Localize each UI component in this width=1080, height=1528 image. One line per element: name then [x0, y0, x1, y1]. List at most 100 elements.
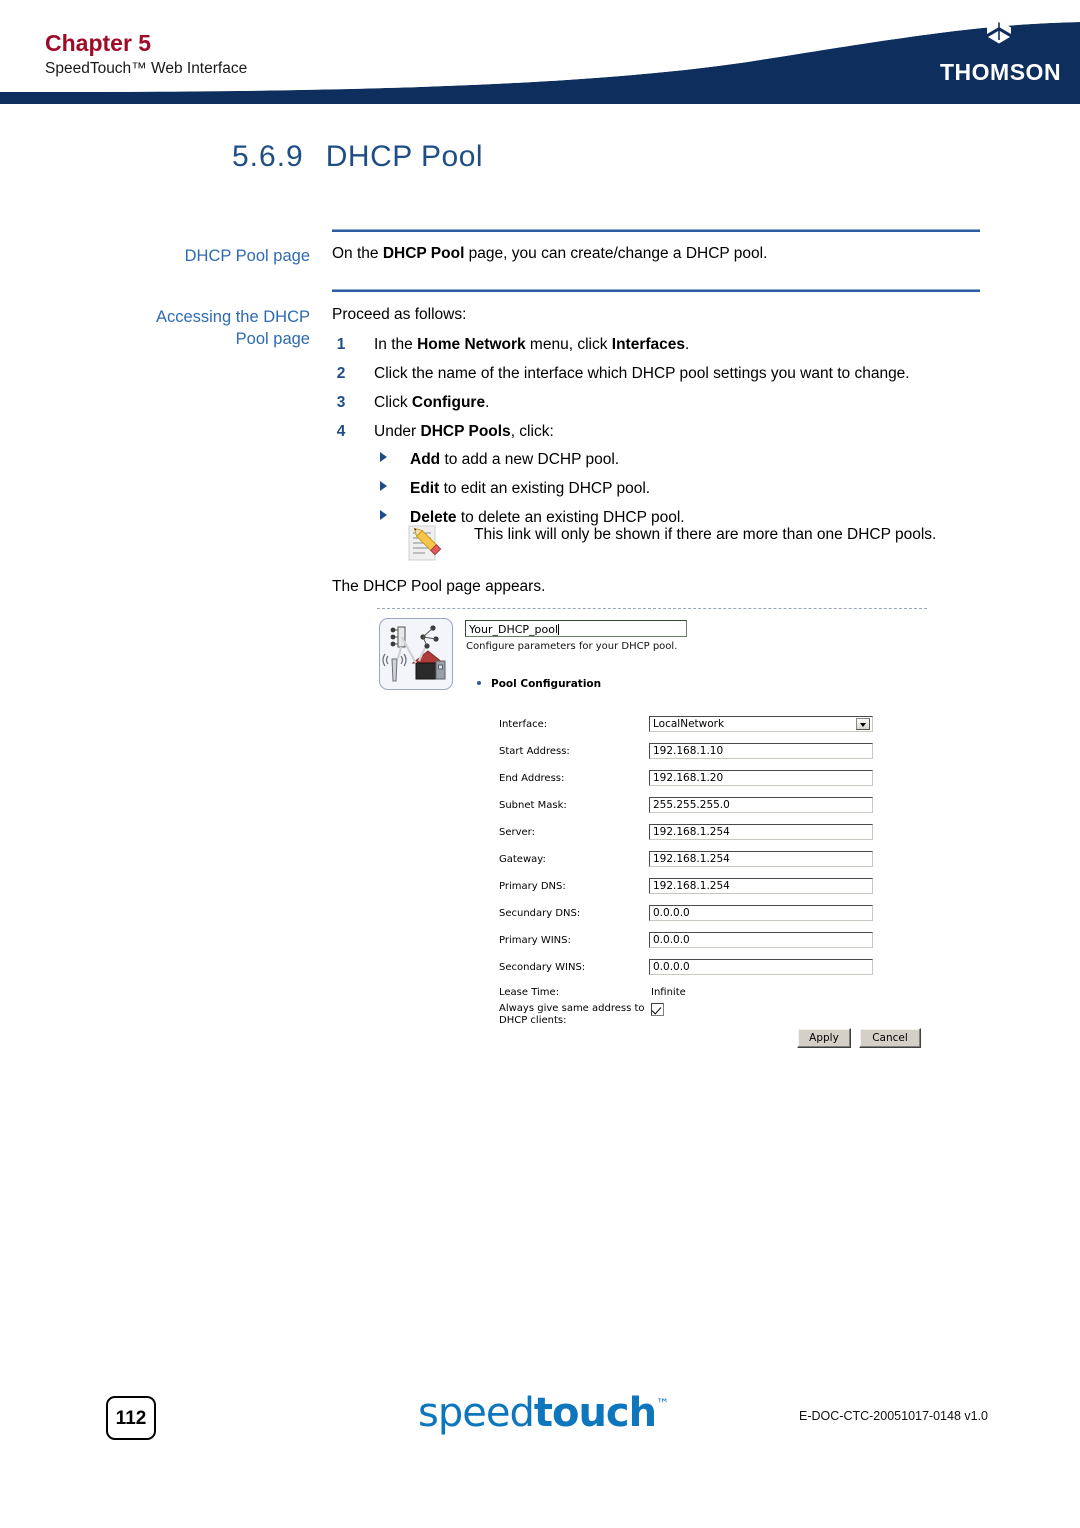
- server-input[interactable]: 192.168.1.254: [649, 824, 873, 840]
- form-row-secondary-wins: Secondary WINS: 0.0.0.0: [377, 959, 929, 977]
- label-primary-dns: Primary DNS:: [499, 881, 566, 892]
- label-start-address: Start Address:: [499, 746, 570, 757]
- interface-select[interactable]: LocalNetwork: [649, 716, 873, 732]
- screenshot-separator: [377, 608, 927, 609]
- page-header-band: [0, 0, 1080, 104]
- label-end-address: End Address:: [499, 773, 565, 784]
- lease-time-value: Infinite: [651, 987, 686, 998]
- label-primary-wins: Primary WINS:: [499, 935, 571, 946]
- closing-text: The DHCP Pool page appears.: [332, 578, 546, 595]
- interface-select-value: LocalNetwork: [653, 718, 725, 730]
- step-2: 2 Click the name of the interface which …: [332, 363, 992, 384]
- step-4-number: 4: [336, 423, 346, 440]
- form-row-secundary-dns: Secundary DNS: 0.0.0.0: [377, 905, 929, 923]
- pool-name-value: Your_DHCP_pool: [469, 623, 559, 636]
- intro-paragraph-1: On the DHCP Pool page, you can create/ch…: [332, 245, 768, 262]
- section-number: 5.6.9: [232, 140, 304, 173]
- primary-wins-input[interactable]: 0.0.0.0: [649, 932, 873, 948]
- form-row-always-same-address: Always give same address to DHCP clients…: [377, 1003, 929, 1029]
- bullet-add-rest: to add a new DCHP pool.: [440, 451, 620, 468]
- label-lease-time: Lease Time:: [499, 987, 560, 998]
- label-always-same-address: Always give same address to DHCP clients…: [499, 1003, 651, 1027]
- page-number: 112: [106, 1396, 156, 1440]
- step-2-number: 2: [336, 365, 346, 382]
- pool-configuration-heading-text: Pool Configuration: [491, 678, 602, 690]
- chevron-down-icon[interactable]: [856, 718, 870, 730]
- step-1: 1 In the Home Network menu, click Interf…: [332, 334, 992, 355]
- label-secondary-wins: Secondary WINS:: [499, 962, 586, 973]
- gateway-input[interactable]: 192.168.1.254: [649, 851, 873, 867]
- step-3-number: 3: [336, 394, 346, 411]
- divider-top: [332, 229, 980, 232]
- divider-second: [332, 289, 980, 292]
- thomson-logo: THOMSON: [940, 18, 1062, 86]
- note-pencil-icon: [406, 524, 448, 564]
- form-row-lease-time: Lease Time: Infinite: [377, 984, 929, 1002]
- dhcp-pool-web-page-screenshot: Your_DHCP_pool Configure parameters for …: [377, 616, 929, 1066]
- step-1-text: In the Home Network menu, click Interfac…: [374, 336, 690, 353]
- bold-dhcp-pool: DHCP Pool: [382, 245, 465, 262]
- triangle-bullet-icon: [380, 452, 387, 462]
- pool-subtitle: Configure parameters for your DHCP pool.: [466, 641, 678, 652]
- page-title: 5.6.9 DHCP Pool: [232, 140, 483, 174]
- label-always-same-address-line1: Always give same address to: [499, 1003, 645, 1014]
- label-interface: Interface:: [499, 719, 548, 730]
- thomson-wordmark: THOMSON: [940, 59, 1062, 85]
- bold-home-network: Home Network: [417, 336, 526, 353]
- secundary-dns-input[interactable]: 0.0.0.0: [649, 905, 873, 921]
- step-3-text: Click Configure.: [374, 394, 490, 411]
- secondary-wins-input[interactable]: 0.0.0.0: [649, 959, 873, 975]
- intro-paragraph-2: Proceed as follows:: [332, 306, 467, 323]
- label-server: Server:: [499, 827, 535, 838]
- primary-dns-input[interactable]: 192.168.1.254: [649, 878, 873, 894]
- label-secundary-dns: Secundary DNS:: [499, 908, 581, 919]
- bold-add: Add: [410, 451, 441, 468]
- side-label-line-2: Pool page: [235, 330, 310, 348]
- document-id: E-DOC-CTC-20051017-0148 v1.0: [799, 1409, 988, 1423]
- triangle-bullet-icon: [380, 510, 387, 520]
- bullet-edit-rest: to edit an existing DHCP pool.: [439, 480, 651, 497]
- form-row-server: Server: 192.168.1.254: [377, 824, 929, 842]
- speedtouch-logo: speedtouch™: [418, 1390, 669, 1436]
- bold-interfaces: Interfaces: [611, 336, 685, 353]
- thomson-diamond-icon: [987, 20, 1011, 44]
- label-always-same-address-line2: DHCP clients:: [499, 1015, 567, 1026]
- speedtouch-logo-tm: ™: [656, 1397, 670, 1412]
- bullet-add: Add to add a new DCHP pool.: [380, 449, 980, 470]
- form-row-gateway: Gateway: 192.168.1.254: [377, 851, 929, 869]
- form-row-start-address: Start Address: 192.168.1.10: [377, 743, 929, 761]
- text-caret: [558, 624, 560, 635]
- bullet-edit-text: Edit to edit an existing DHCP pool.: [410, 478, 980, 499]
- end-address-input[interactable]: 192.168.1.20: [649, 770, 873, 786]
- label-gateway: Gateway:: [499, 854, 546, 865]
- pool-name-input[interactable]: Your_DHCP_pool: [465, 620, 687, 637]
- bold-edit: Edit: [410, 480, 440, 497]
- always-same-address-checkbox[interactable]: [651, 1003, 664, 1016]
- bold-dhcp-pools: DHCP Pools: [420, 423, 511, 440]
- step-3: 3 Click Configure.: [332, 392, 992, 413]
- step-1-number: 1: [336, 336, 346, 353]
- speedtouch-logo-light: speed: [418, 1390, 535, 1436]
- note-block: This link will only be shown if there ar…: [406, 524, 966, 561]
- speedtouch-logo-bold: touch: [533, 1390, 657, 1436]
- chapter-subtitle: SpeedTouch™ Web Interface: [45, 60, 248, 77]
- cancel-button[interactable]: Cancel: [859, 1028, 921, 1048]
- section-title-text: DHCP Pool: [325, 140, 484, 173]
- side-label-line-1: Accessing the DHCP: [155, 308, 310, 326]
- bullet-add-text: Add to add a new DCHP pool.: [410, 449, 980, 470]
- pool-configuration-heading: Pool Configuration: [477, 678, 601, 690]
- form-buttons: Apply Cancel: [797, 1028, 929, 1050]
- start-address-input[interactable]: 192.168.1.10: [649, 743, 873, 759]
- step-4-text: Under DHCP Pools, click:: [374, 423, 554, 440]
- subnet-mask-input[interactable]: 255.255.255.0: [649, 797, 873, 813]
- side-label-dhcp-pool-page: DHCP Pool page: [184, 247, 310, 265]
- bold-configure: Configure: [411, 394, 486, 411]
- step-4: 4 Under DHCP Pools, click:: [332, 421, 992, 442]
- step-2-text: Click the name of the interface which DH…: [374, 365, 910, 382]
- label-subnet-mask: Subnet Mask:: [499, 800, 567, 811]
- form-row-subnet-mask: Subnet Mask: 255.255.255.0: [377, 797, 929, 815]
- chapter-label: Chapter 5: [45, 30, 152, 56]
- side-label-accessing-dhcp-pool-page: Accessing the DHCP Pool page: [100, 306, 310, 350]
- apply-button[interactable]: Apply: [797, 1028, 851, 1048]
- form-row-interface: Interface: LocalNetwork: [377, 716, 929, 734]
